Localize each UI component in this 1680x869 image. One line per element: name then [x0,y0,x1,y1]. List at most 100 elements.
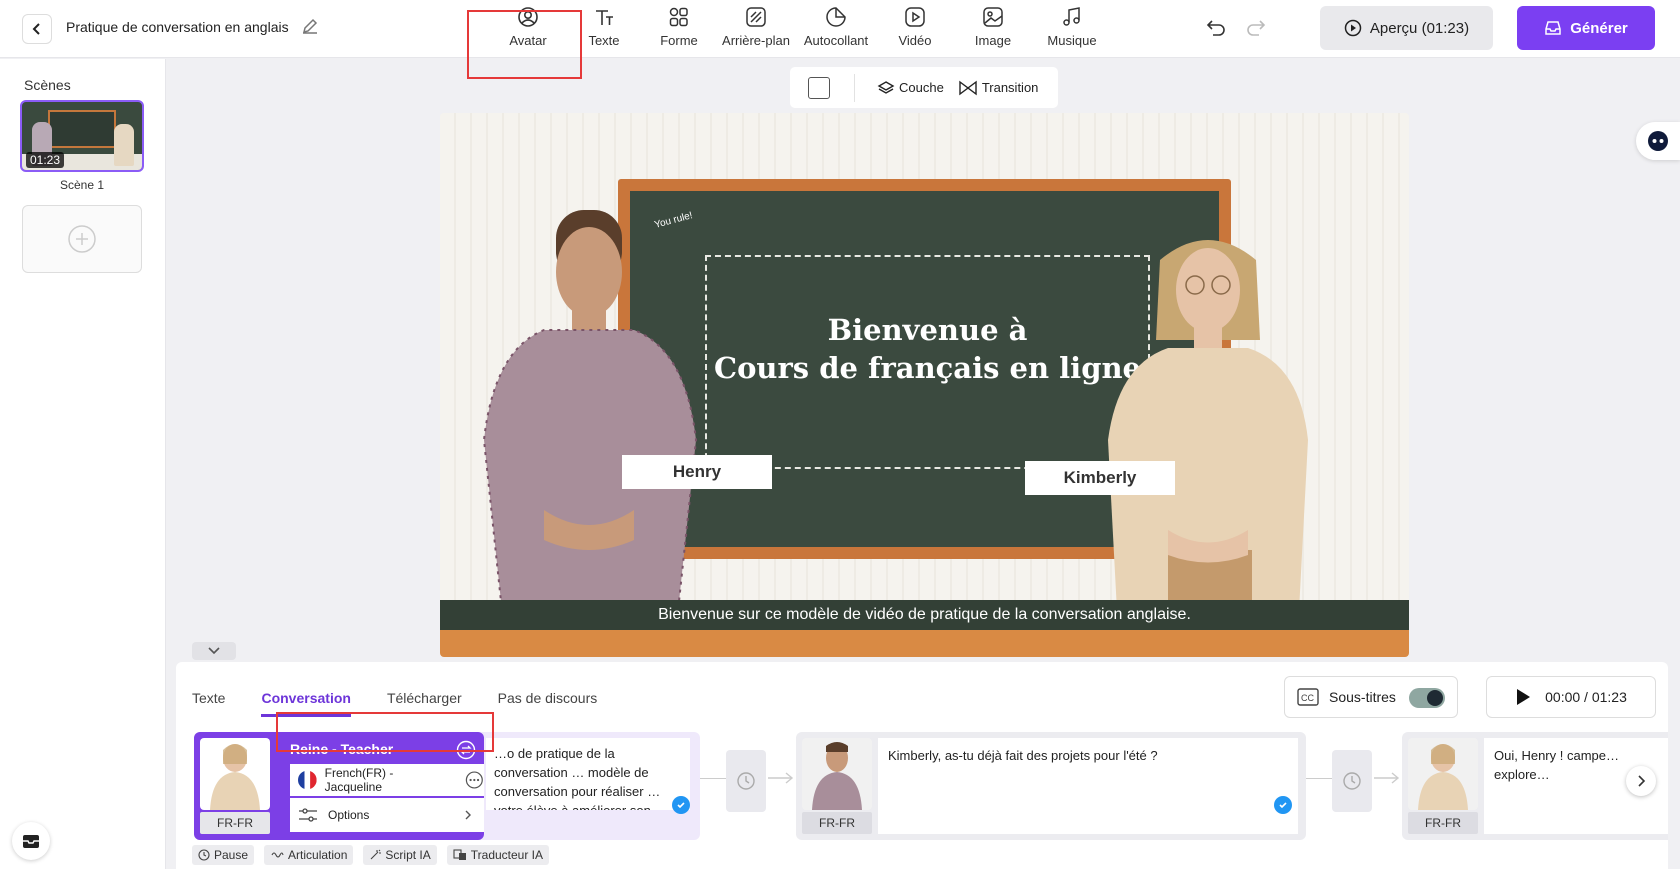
subtitle-caption[interactable]: Bienvenue sur ce modèle de vidéo de prat… [440,606,1409,624]
name-tag-kimberly[interactable]: Kimberly [1025,461,1175,495]
name-tag-henry[interactable]: Henry [622,455,772,489]
pause-tag[interactable]: Pause [192,845,255,865]
pause-clock-button[interactable] [726,750,766,812]
ai-script-tag[interactable]: Script IA [363,845,437,865]
voice-highlight-box [276,712,494,752]
layers-icon [877,80,895,94]
ai-script-label: Script IA [385,848,431,862]
shapes-icon [669,7,688,27]
magic-wand-icon [371,849,382,860]
music-icon [1063,7,1080,26]
thumb-board [48,110,116,148]
scene-duration: 01:23 [26,152,65,168]
thumb-person-right [114,124,134,166]
avatar-highlight-box [467,10,582,79]
background-icon [746,7,766,27]
generate-button[interactable]: Générer [1517,6,1655,50]
tool-sticker[interactable]: Autocollant [796,0,876,58]
redo-icon[interactable] [1245,17,1267,44]
inbox-icon [1545,21,1561,35]
clock-icon [1343,772,1361,790]
avatar-thumbnail [802,738,872,810]
pencil-icon[interactable] [300,16,320,41]
playback-control[interactable]: 00:00 / 01:23 [1486,676,1656,718]
arrow-right-icon [768,772,794,784]
tool-music[interactable]: Musique [1032,0,1112,58]
arrow-right-icon [1374,772,1400,784]
inbox-button[interactable] [12,822,50,860]
clock-icon [737,772,755,790]
france-flag-icon [298,770,317,790]
ai-translator-tag[interactable]: Traducteur IA [446,845,550,865]
play-icon [1517,689,1531,705]
image-icon [983,7,1003,27]
tab-text[interactable]: Texte [192,690,225,717]
board-title[interactable]: Bienvenue à Cours de français en ligne [705,311,1150,387]
plus-circle-icon [68,225,96,253]
play-circle-icon [1344,19,1362,37]
scenes-sidebar: Scènes 01:23 Scène 1 [0,59,166,869]
language-chip: FR-FR [200,812,270,834]
chevron-right-icon [465,810,471,820]
connector [1306,778,1332,779]
chevron-down-icon [208,647,220,655]
pause-label: Pause [214,848,249,862]
subtitles-control: CC Sous-titres [1284,676,1458,718]
check-icon [672,796,690,814]
clock-icon [198,849,210,861]
check-icon [1274,796,1292,814]
tab-no-speech[interactable]: Pas de discours [498,690,598,717]
connector [700,778,726,779]
scenes-label: Scènes [24,77,71,93]
collapse-panel-button[interactable] [192,642,236,660]
chevron-left-icon [32,23,40,35]
tool-background[interactable]: Arrière-plan [716,0,796,58]
divider [854,73,855,102]
transition-button[interactable]: Transition [958,80,1038,96]
dialogue-card-2[interactable]: FR-FR Kimberly, as-tu déjà fait des proj… [796,732,1306,840]
tool-bar: Avatar Texte Forme Arrière-plan Autocoll… [490,0,1112,58]
pause-clock-button[interactable] [1332,750,1372,812]
scene-thumbnail[interactable]: 01:23 [20,100,144,172]
board-title-line2: Cours de français en ligne [713,351,1142,385]
avatar-henry[interactable] [464,210,714,630]
subtitles-toggle[interactable] [1409,688,1445,708]
mail-icon [23,835,39,848]
options-row[interactable]: Options [290,798,484,832]
dialogue-text-1[interactable]: …o de pratique de la conversation … modè… [486,738,690,810]
board-title-line1: Bienvenue à [827,313,1028,347]
avatar-thumbnail [200,738,270,810]
avatar-kimberly[interactable] [1088,230,1328,630]
tool-shape[interactable]: Forme [642,0,716,58]
script-panel: Texte Conversation Télécharger Pas de di… [176,662,1668,869]
insert-tags: Pause Articulation Script IA Traducteur … [192,845,550,865]
articulation-tag[interactable]: Articulation [264,845,354,865]
scene-name: Scène 1 [59,178,105,192]
preview-button[interactable]: Aperçu (01:23) [1320,6,1493,50]
undo-icon[interactable] [1205,17,1227,44]
back-button[interactable] [22,14,52,44]
top-bar: Pratique de conversation en anglais Avat… [0,0,1680,58]
cc-icon: CC [1297,688,1319,706]
wood-floor [440,630,1409,657]
tool-video[interactable]: Vidéo [876,0,954,58]
layer-button[interactable]: Couche [877,79,944,97]
voice-selector[interactable]: French(FR) - Jacqueline [290,764,484,796]
video-stage[interactable]: You rule! Bienvenue à Cours de français … [440,113,1409,657]
chevron-right-icon [1638,775,1646,787]
more-icon[interactable] [465,770,484,790]
scroll-right-button[interactable] [1626,766,1656,796]
project-title: Pratique de conversation en anglais [66,19,289,35]
voice-name: French(FR) - Jacqueline [324,766,394,794]
ai-translator-label: Traducteur IA [470,848,544,862]
translate-icon [453,849,466,860]
color-swatch[interactable] [808,76,830,99]
add-scene-button[interactable] [22,205,142,273]
articulation-label: Articulation [288,848,348,862]
sliders-icon [299,808,317,822]
ai-assistant-button[interactable] [1636,122,1680,160]
tool-image[interactable]: Image [954,0,1032,58]
text-icon [596,10,613,25]
playback-time: 00:00 / 01:23 [1545,689,1627,705]
dialogue-text-2[interactable]: Kimberly, as-tu déjà fait des projets po… [878,738,1298,834]
